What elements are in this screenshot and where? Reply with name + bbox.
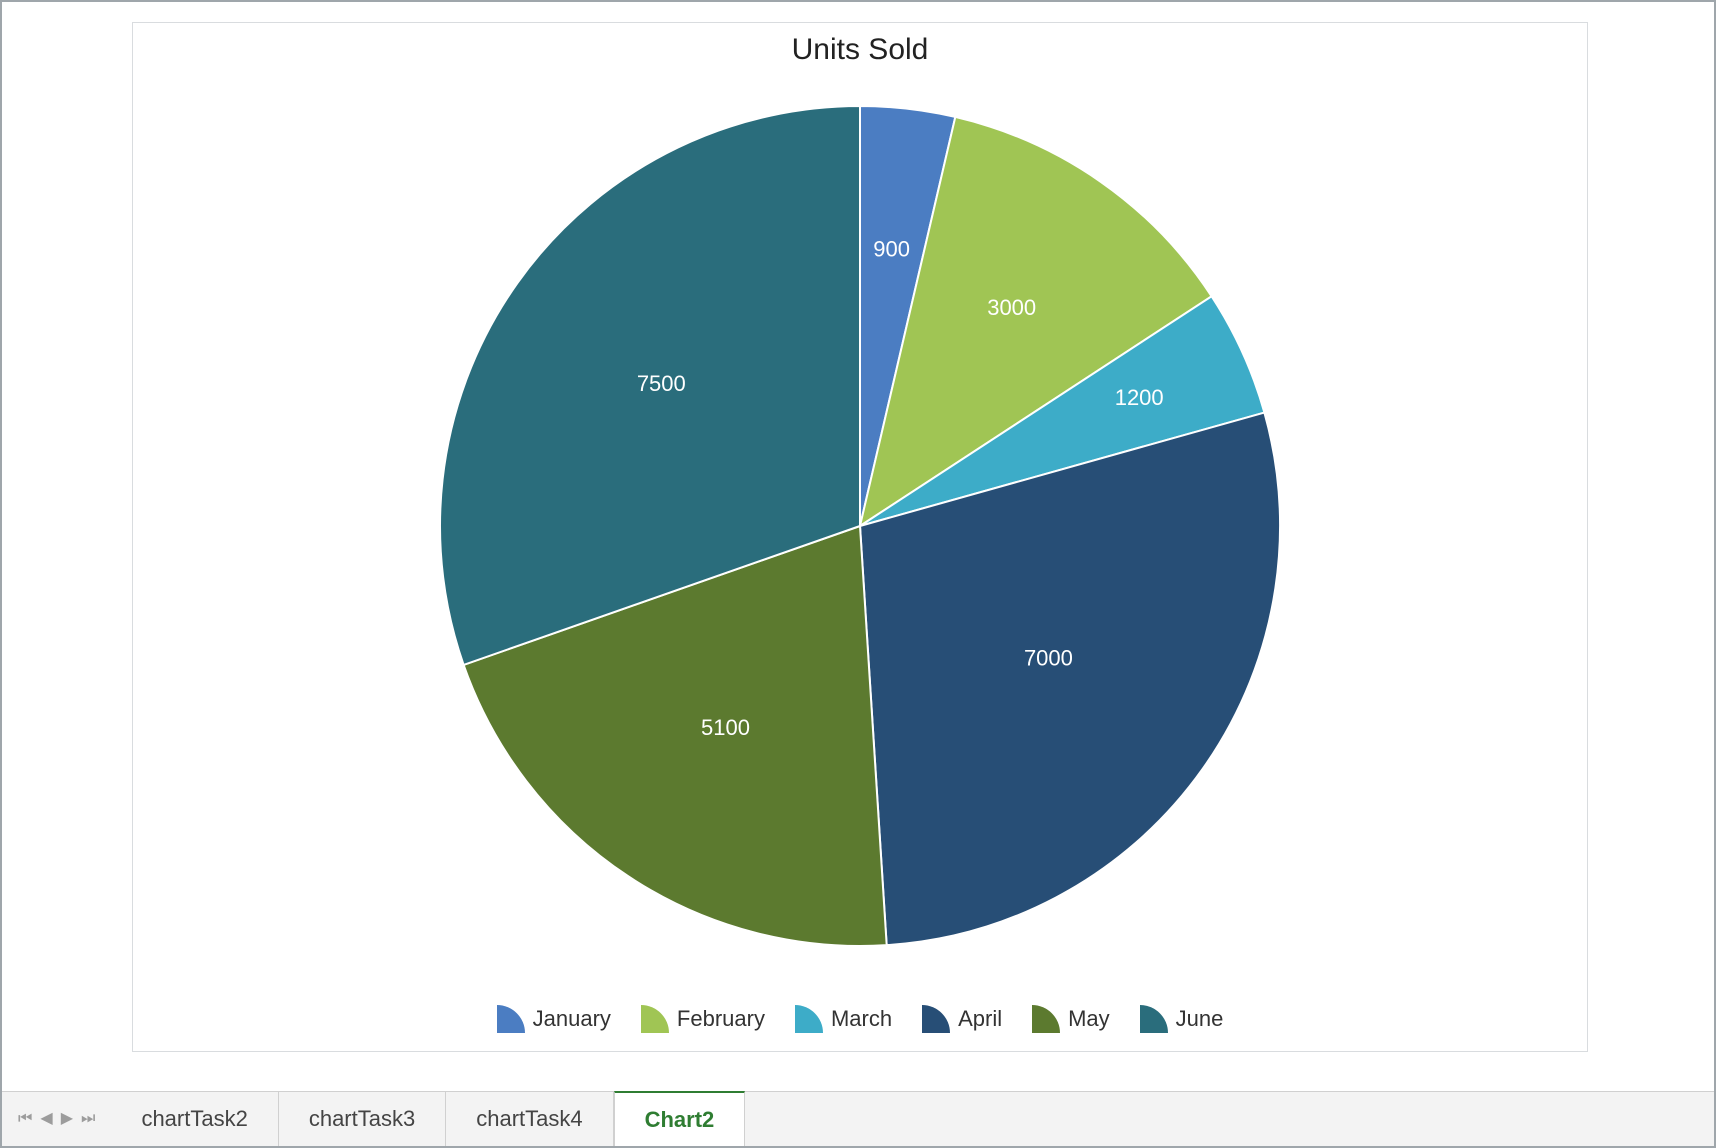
legend-swatch-icon xyxy=(922,1005,950,1033)
sheet-tab-chart2[interactable]: Chart2 xyxy=(614,1091,746,1146)
pie-chart: 900 3000 1200 7000 5100 7500 xyxy=(425,91,1295,961)
chart-title: Units Sold xyxy=(133,33,1587,67)
legend-item-june[interactable]: June xyxy=(1140,1005,1224,1033)
sheet-nav-buttons: ⏮ ◀ ▶ ⏭ xyxy=(2,1092,111,1146)
legend-label: June xyxy=(1176,1006,1224,1032)
legend-item-april[interactable]: April xyxy=(922,1005,1002,1033)
slice-label-april: 7000 xyxy=(1024,645,1073,670)
legend-swatch-icon xyxy=(497,1005,525,1033)
sheet-tab-label: chartTask4 xyxy=(476,1106,582,1132)
legend-swatch-icon xyxy=(795,1005,823,1033)
sheet-tab-charttask3[interactable]: chartTask3 xyxy=(279,1092,446,1146)
sheet-tab-charttask2[interactable]: chartTask2 xyxy=(111,1092,278,1146)
chart-legend: January February March April May June xyxy=(133,1005,1587,1033)
slice-label-february: 3000 xyxy=(987,295,1036,320)
slice-label-january: 900 xyxy=(873,236,910,261)
legend-item-march[interactable]: March xyxy=(795,1005,892,1033)
legend-label: February xyxy=(677,1006,765,1032)
legend-item-february[interactable]: February xyxy=(641,1005,765,1033)
legend-swatch-icon xyxy=(641,1005,669,1033)
chart-panel: Units Sold 900 3000 1200 7000 5100 7500 Janua… xyxy=(132,22,1588,1052)
legend-label: January xyxy=(533,1006,611,1032)
slice-label-may: 5100 xyxy=(701,715,750,740)
nav-last-icon[interactable]: ⏭ xyxy=(81,1111,95,1127)
legend-label: March xyxy=(831,1006,892,1032)
sheet-tab-charttask4[interactable]: chartTask4 xyxy=(446,1092,613,1146)
legend-swatch-icon xyxy=(1140,1005,1168,1033)
nav-first-icon[interactable]: ⏮ xyxy=(18,1111,32,1127)
slice-label-march: 1200 xyxy=(1115,385,1164,410)
app-frame: Units Sold 900 3000 1200 7000 5100 7500 Janua… xyxy=(0,0,1716,1148)
sheet-tab-strip: ⏮ ◀ ▶ ⏭ chartTask2 chartTask3 chartTask4 Ch… xyxy=(2,1091,1714,1146)
legend-item-may[interactable]: May xyxy=(1032,1005,1110,1033)
legend-label: April xyxy=(958,1006,1002,1032)
slice-label-june: 7500 xyxy=(637,371,686,396)
nav-prev-icon[interactable]: ◀ xyxy=(40,1111,52,1127)
sheet-tab-label: chartTask2 xyxy=(141,1106,247,1132)
sheet-tab-label: Chart2 xyxy=(645,1107,715,1133)
nav-next-icon[interactable]: ▶ xyxy=(61,1111,73,1127)
legend-item-january[interactable]: January xyxy=(497,1005,611,1033)
sheet-tab-label: chartTask3 xyxy=(309,1106,415,1132)
legend-swatch-icon xyxy=(1032,1005,1060,1033)
legend-label: May xyxy=(1068,1006,1110,1032)
